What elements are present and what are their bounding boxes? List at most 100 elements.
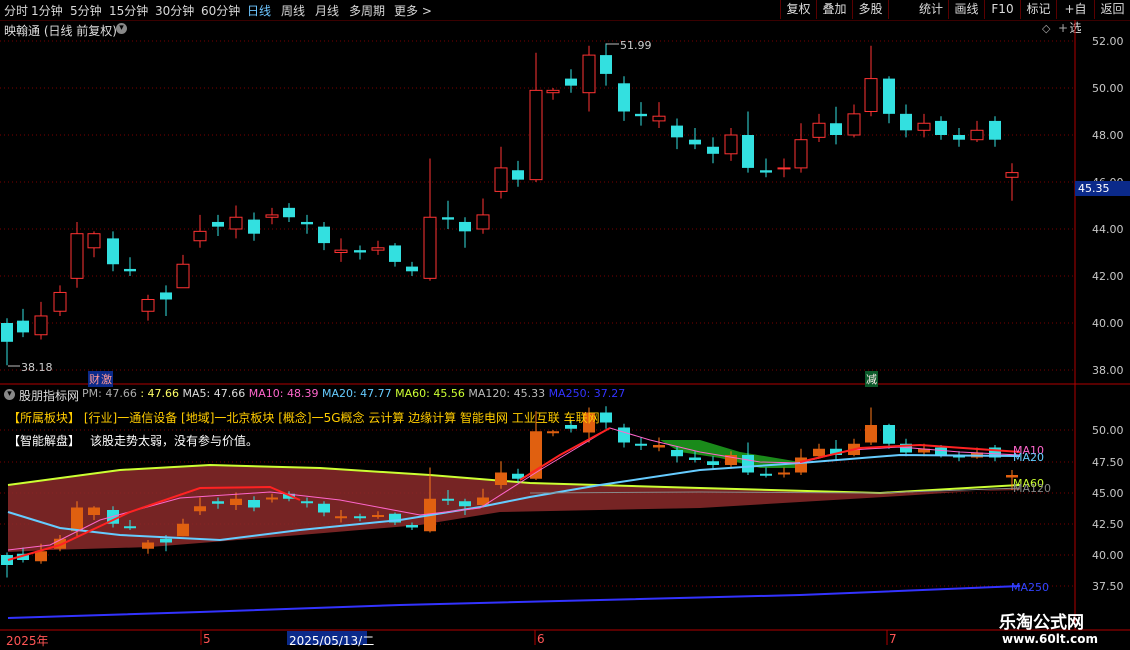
diamond-icon[interactable]: ◇ (1042, 22, 1050, 35)
indicator-body (35, 551, 47, 562)
chart-title: 映翰通 (日线 前复权) (4, 24, 117, 38)
candle-body-up (193, 230, 207, 242)
candle-body-down (760, 170, 772, 173)
candle-body-up (917, 122, 931, 131)
current-price-value: 45.35 (1078, 182, 1110, 195)
candle-body-up (847, 113, 861, 136)
indicator-body (194, 506, 206, 512)
candle-body-down (618, 83, 630, 112)
ma-value-label: PM: 47.66 (82, 387, 141, 400)
price-tick: 40.00 (1092, 317, 1124, 330)
sector-tag: [地域]一北京板块 (181, 411, 279, 425)
indicator-axis-ticks: 50.00 47.50 45.00 42.50 40.00 37.50 (1092, 424, 1124, 593)
indicator-body (442, 498, 454, 501)
indicator-body (600, 412, 612, 423)
candle-body-down (935, 120, 947, 135)
candle-body-up (724, 134, 738, 155)
candle-body-up (371, 247, 385, 251)
candle-body-down (248, 219, 260, 234)
plus-icon[interactable]: + (1058, 21, 1068, 35)
candle-body-up (652, 115, 666, 122)
ma-value-label: MA60: 45.56 (395, 387, 469, 400)
candle-body-down (953, 135, 965, 140)
candle-body-up (229, 216, 243, 230)
indicator-tick: 50.00 (1092, 424, 1124, 437)
indicator-body (813, 448, 825, 457)
ma250-line (7, 585, 1021, 619)
candle-body-down (635, 113, 647, 117)
price-axis-ticks: 52.00 50.00 48.00 46.00 44.00 42.00 40.0… (1092, 35, 1124, 377)
indicator-tick: 42.50 (1092, 518, 1124, 531)
indicator-body (883, 425, 895, 444)
indicator-tick: 40.00 (1092, 549, 1124, 562)
low-price-label: 38.18 (21, 361, 53, 374)
analysis-label: 【智能解盘】 (8, 434, 81, 448)
indicator-tick: 47.50 (1092, 456, 1124, 469)
indicator-body (142, 542, 154, 549)
indicator-body (865, 425, 877, 443)
indicator-body (318, 503, 330, 513)
candle-body-up (265, 214, 279, 218)
ma-value-label: MA120: 45.33 (468, 387, 549, 400)
candle-body-up (777, 167, 791, 170)
candle-body-up (794, 139, 808, 169)
candle-body-up (476, 214, 490, 230)
candle-body-up (494, 167, 508, 192)
candle-body-up (334, 249, 348, 253)
event-tag-incentive[interactable]: 激 (100, 371, 113, 387)
sector-tag: 【所属板块】 (8, 411, 84, 425)
candle-body-down (124, 268, 136, 272)
indicator-body (160, 538, 172, 543)
event-tag-reduce[interactable]: 减 (865, 371, 878, 387)
ma-value-label: MA10: 48.39 (248, 387, 322, 400)
indicator-body (124, 526, 136, 529)
chevron-down-icon[interactable]: ▾ (4, 389, 15, 400)
candle-body-up (176, 263, 190, 289)
price-tick: 50.00 (1092, 82, 1124, 95)
candle-body-down (830, 123, 842, 135)
candle-body-down (565, 78, 577, 86)
ma20-end-label: MA20 (1013, 451, 1044, 464)
indicator-body (760, 473, 772, 476)
ma-value-label: MA250: 37.27 (548, 387, 626, 400)
candle-body-down (689, 139, 701, 145)
watermark-title: 乐淘公式网 (999, 613, 1084, 633)
candle-body-up (70, 233, 84, 279)
indicator-body (795, 457, 807, 473)
indicator-tick: 45.00 (1092, 487, 1124, 500)
price-tick: 44.00 (1092, 223, 1124, 236)
candle-body-down (301, 221, 313, 225)
candle-body-up (423, 216, 437, 279)
high-price-label: 51.99 (620, 39, 652, 52)
candle-body-up (970, 129, 984, 141)
candle-body-up (812, 122, 826, 138)
chart-canvas: 52.00 50.00 48.00 46.00 44.00 42.00 40.0… (0, 20, 1130, 645)
indicator-body (266, 497, 278, 500)
indicator-body (230, 498, 242, 505)
chevron-down-icon[interactable]: ▾ (116, 23, 127, 34)
indicator-body (495, 472, 507, 485)
candle-body-down (883, 78, 895, 114)
candlestick-series (1, 43, 1019, 366)
indicator-body (406, 525, 418, 528)
indicator-body (671, 450, 683, 457)
indicator-body (177, 523, 189, 537)
candle-body-down (389, 245, 401, 262)
candle-body-down (742, 135, 754, 168)
price-tick: 42.00 (1092, 270, 1124, 283)
ma-values-row: PM: 47.66 : 47.66 MA5: 47.66 MA10: 48.39… (82, 387, 625, 400)
candle-body-down (671, 125, 683, 138)
candle-body-up (582, 54, 596, 94)
candle-body-up (87, 233, 101, 249)
candle-body-down (1, 323, 13, 342)
ma120-end-label: MA120 (1013, 482, 1051, 495)
ma-value-label: MA5: 47.66 (182, 387, 249, 400)
indicator-body (88, 507, 100, 515)
candle-body-up (529, 89, 543, 181)
candle-body-down (459, 221, 471, 232)
time-label-july: 7 (889, 632, 897, 646)
ma-value-label: MA20: 47.77 (321, 387, 396, 400)
indicator-body (653, 445, 665, 448)
indicator-body (742, 455, 754, 473)
candle-body-up (546, 89, 560, 94)
